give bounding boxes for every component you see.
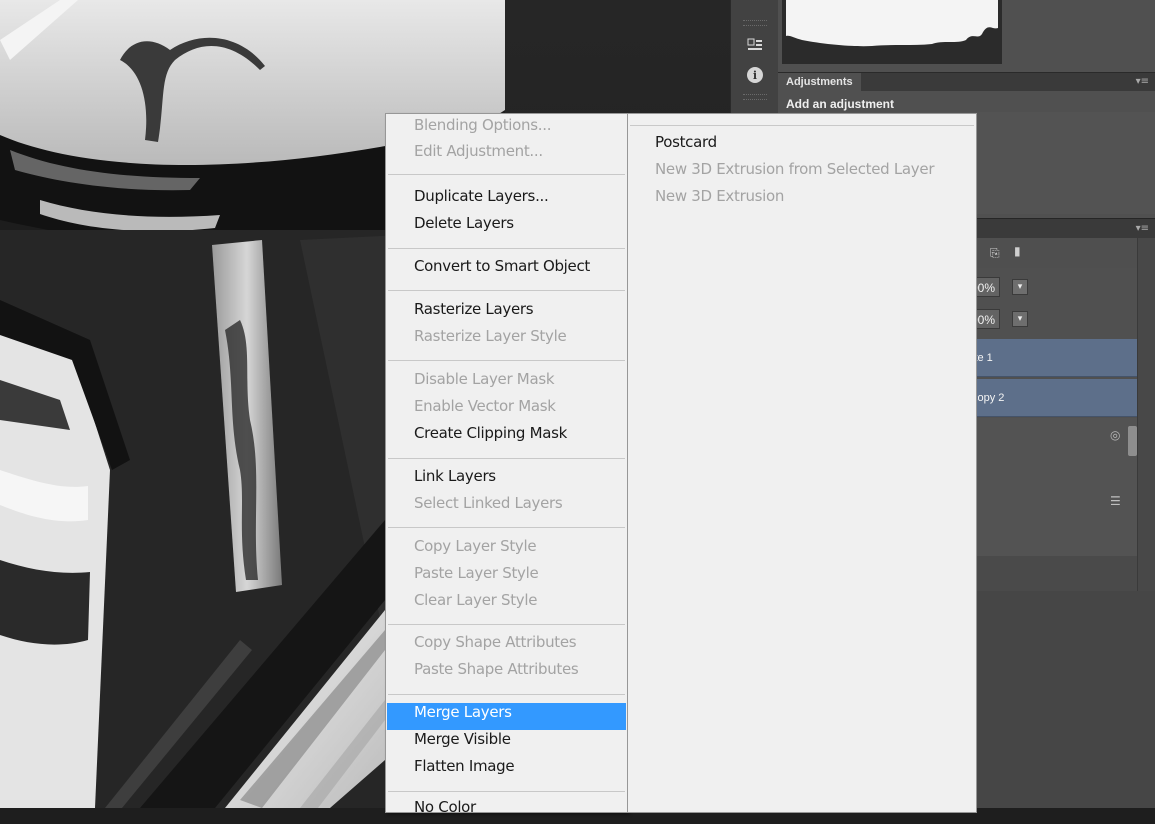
menu-item-flatten-image[interactable]: Flatten Image xyxy=(414,757,515,783)
navigator-icon[interactable] xyxy=(743,34,767,56)
menu-separator xyxy=(388,174,625,175)
menu-item-paste-layer-style[interactable]: Paste Layer Style xyxy=(414,564,539,590)
adjustments-heading: Add an adjustment xyxy=(786,97,895,111)
histogram-panel xyxy=(782,0,1002,64)
menu-item-rasterize-layers[interactable]: Rasterize Layers xyxy=(414,300,534,326)
menu-separator xyxy=(388,624,625,625)
layer-context-menu: Blending Options... Edit Adjustment... D… xyxy=(385,113,628,816)
chevron-down-icon[interactable]: ▾ xyxy=(1012,311,1028,327)
panel-scroll-track xyxy=(1137,238,1155,591)
submenu-item-postcard[interactable]: Postcard xyxy=(655,133,717,159)
menu-item-duplicate-layers[interactable]: Duplicate Layers... xyxy=(414,187,549,213)
lock-all-icon[interactable]: ▮ xyxy=(1014,244,1021,258)
grip-icon[interactable] xyxy=(743,94,767,100)
menu-item-create-clipping-mask[interactable]: Create Clipping Mask xyxy=(414,424,567,450)
menu-item-merge-layers[interactable]: Merge Layers xyxy=(414,703,512,729)
menu-item-enable-vector-mask[interactable]: Enable Vector Mask xyxy=(414,397,556,423)
grip-icon[interactable] xyxy=(743,20,767,26)
layer-row[interactable]: ite 1 xyxy=(960,339,1137,377)
tab-adjustments[interactable]: Adjustments xyxy=(778,73,861,91)
menu-item-no-color[interactable]: No Color xyxy=(414,798,476,824)
menu-item-paste-shape-attributes[interactable]: Paste Shape Attributes xyxy=(414,660,579,686)
menu-item-select-linked-layers[interactable]: Select Linked Layers xyxy=(414,494,563,520)
info-icon[interactable]: i xyxy=(743,64,767,86)
menu-item-rasterize-layer-style[interactable]: Rasterize Layer Style xyxy=(414,327,567,353)
menu-separator xyxy=(388,458,625,459)
layer-row[interactable] xyxy=(960,528,1137,557)
histogram-graph xyxy=(786,0,998,47)
chevron-down-icon[interactable]: ▾ xyxy=(1012,279,1028,295)
menu-item-clear-layer-style[interactable]: Clear Layer Style xyxy=(414,591,537,617)
menu-item-delete-layers[interactable]: Delete Layers xyxy=(414,214,514,240)
lock-position-icon[interactable]: ⎘ xyxy=(990,246,1000,261)
panel-menu-icon[interactable]: ▾≡ xyxy=(1136,73,1149,91)
effects-icon[interactable]: ◎ xyxy=(1110,428,1120,442)
menu-separator xyxy=(388,694,625,695)
menu-separator xyxy=(388,527,625,528)
menu-separator xyxy=(388,791,625,792)
adjustments-tabbar: Adjustments ▾≡ xyxy=(778,72,1155,91)
submenu-item-new-3d-extrusion-selected[interactable]: New 3D Extrusion from Selected Layer xyxy=(655,160,934,186)
layers-scrollbar[interactable] xyxy=(1128,426,1137,456)
menu-separator xyxy=(388,248,625,249)
submenu-item-new-3d-extrusion[interactable]: New 3D Extrusion xyxy=(655,187,784,213)
layers-footer xyxy=(960,556,1137,592)
menu-separator xyxy=(388,290,625,291)
menu-item-blending-options[interactable]: Blending Options... xyxy=(414,116,551,142)
menu-item-copy-layer-style[interactable]: Copy Layer Style xyxy=(414,537,537,563)
layer-row[interactable]: copy 2 xyxy=(960,379,1137,417)
menu-item-copy-shape-attributes[interactable]: Copy Shape Attributes xyxy=(414,633,577,659)
menu-item-convert-smart-object[interactable]: Convert to Smart Object xyxy=(414,257,590,283)
3d-submenu: Postcard New 3D Extrusion from Selected … xyxy=(627,113,977,813)
panel-empty-area xyxy=(960,591,1155,808)
menu-separator xyxy=(388,360,625,361)
menu-item-link-layers[interactable]: Link Layers xyxy=(414,467,496,493)
menu-item-disable-layer-mask[interactable]: Disable Layer Mask xyxy=(414,370,555,396)
filter-icon[interactable]: ☰ xyxy=(1110,494,1121,508)
panel-menu-icon[interactable]: ▾≡ xyxy=(1136,219,1149,239)
menu-separator xyxy=(630,125,974,126)
menu-item-edit-adjustment[interactable]: Edit Adjustment... xyxy=(414,142,543,168)
menu-item-merge-visible[interactable]: Merge Visible xyxy=(414,730,511,756)
